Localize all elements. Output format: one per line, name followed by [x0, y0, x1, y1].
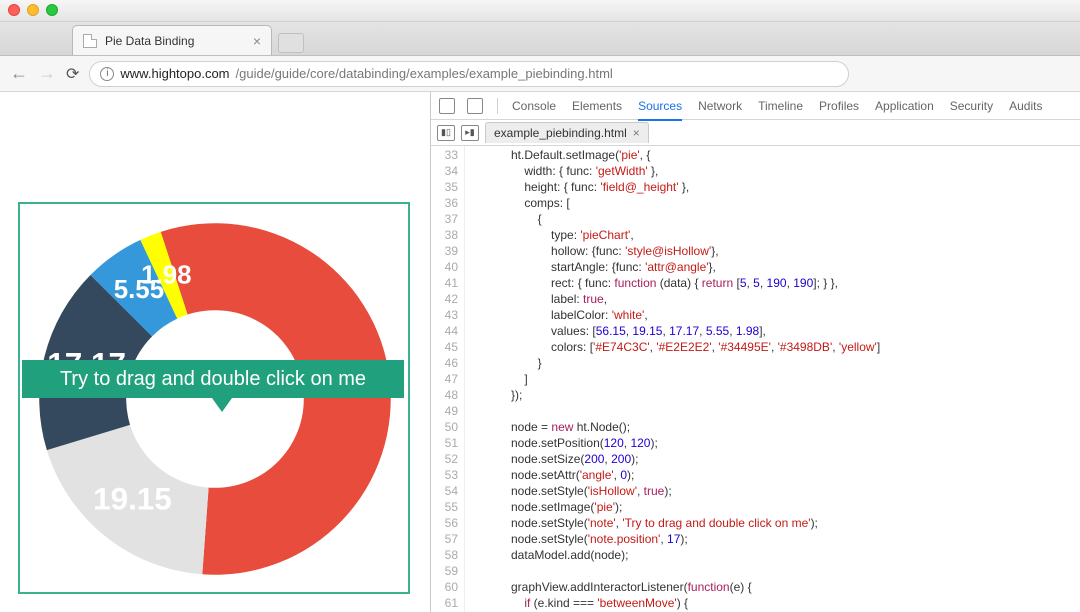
forward-button[interactable]: → [38, 63, 56, 84]
devtools-tab-console[interactable]: Console [512, 99, 556, 113]
chart-note-callout[interactable]: Try to drag and double click on me [22, 360, 404, 398]
device-toolbar-icon[interactable] [467, 98, 483, 114]
address-bar[interactable]: i www.hightopo.com/guide/guide/core/data… [89, 61, 849, 87]
source-code[interactable]: ht.Default.setImage('pie', { width: { fu… [465, 146, 1080, 612]
new-tab-button[interactable] [278, 33, 304, 53]
devtools-tab-profiles[interactable]: Profiles [819, 99, 859, 113]
tab-close-icon[interactable]: × [253, 33, 261, 49]
step-run-icon[interactable]: ▸▮ [461, 125, 479, 141]
devtools-tab-elements[interactable]: Elements [572, 99, 622, 113]
back-button[interactable]: ← [10, 63, 28, 84]
pie-slice-label: 1.98 [141, 261, 191, 289]
source-file-name: example_piebinding.html [494, 126, 627, 140]
reload-button[interactable]: ⟳ [66, 64, 79, 84]
browser-toolbar: ← → ⟳ i www.hightopo.com/guide/guide/cor… [0, 56, 1080, 92]
devtools-tab-timeline[interactable]: Timeline [758, 99, 803, 113]
devtools-subbar: ▮▯ ▸▮ example_piebinding.html × [431, 120, 1080, 146]
separator [497, 98, 498, 114]
url-path: /guide/guide/core/databinding/examples/e… [236, 66, 613, 81]
devtools-tab-sources[interactable]: Sources [638, 99, 682, 121]
devtools-tab-security[interactable]: Security [950, 99, 993, 113]
inspect-element-icon[interactable] [439, 98, 455, 114]
devtools-panel: Console Elements Sources Network Timeline Pro… [430, 92, 1080, 612]
site-info-icon[interactable]: i [100, 67, 114, 81]
close-icon[interactable]: × [633, 126, 640, 140]
url-domain: www.hightopo.com [120, 66, 229, 81]
page-icon [83, 34, 97, 48]
devtools-tab-application[interactable]: Application [875, 99, 934, 113]
window-minimize-button[interactable] [27, 4, 39, 16]
window-close-button[interactable] [8, 4, 20, 16]
browser-tab-title: Pie Data Binding [105, 34, 194, 48]
devtools-tab-audits[interactable]: Audits [1009, 99, 1042, 113]
source-file-tab[interactable]: example_piebinding.html × [485, 122, 649, 143]
page-content: 56.1519.1517.175.551.98 Try to drag and … [0, 92, 1080, 612]
window-zoom-button[interactable] [46, 4, 58, 16]
devtools-tabbar: Console Elements Sources Network Timeline Pro… [431, 92, 1080, 120]
example-viewport: 56.1519.1517.175.551.98 Try to drag and … [0, 92, 430, 612]
source-editor[interactable]: 33 34 35 36 37 38 39 40 41 42 43 44 45 4… [431, 146, 1080, 612]
browser-tabstrip: Pie Data Binding × [0, 22, 1080, 56]
line-number-gutter: 33 34 35 36 37 38 39 40 41 42 43 44 45 4… [431, 146, 465, 612]
devtools-tab-network[interactable]: Network [698, 99, 742, 113]
browser-tab[interactable]: Pie Data Binding × [72, 25, 272, 55]
navigator-toggle-icon[interactable]: ▮▯ [437, 125, 455, 141]
pie-slice-label: 19.15 [93, 482, 172, 517]
window-titlebar [0, 0, 1080, 22]
